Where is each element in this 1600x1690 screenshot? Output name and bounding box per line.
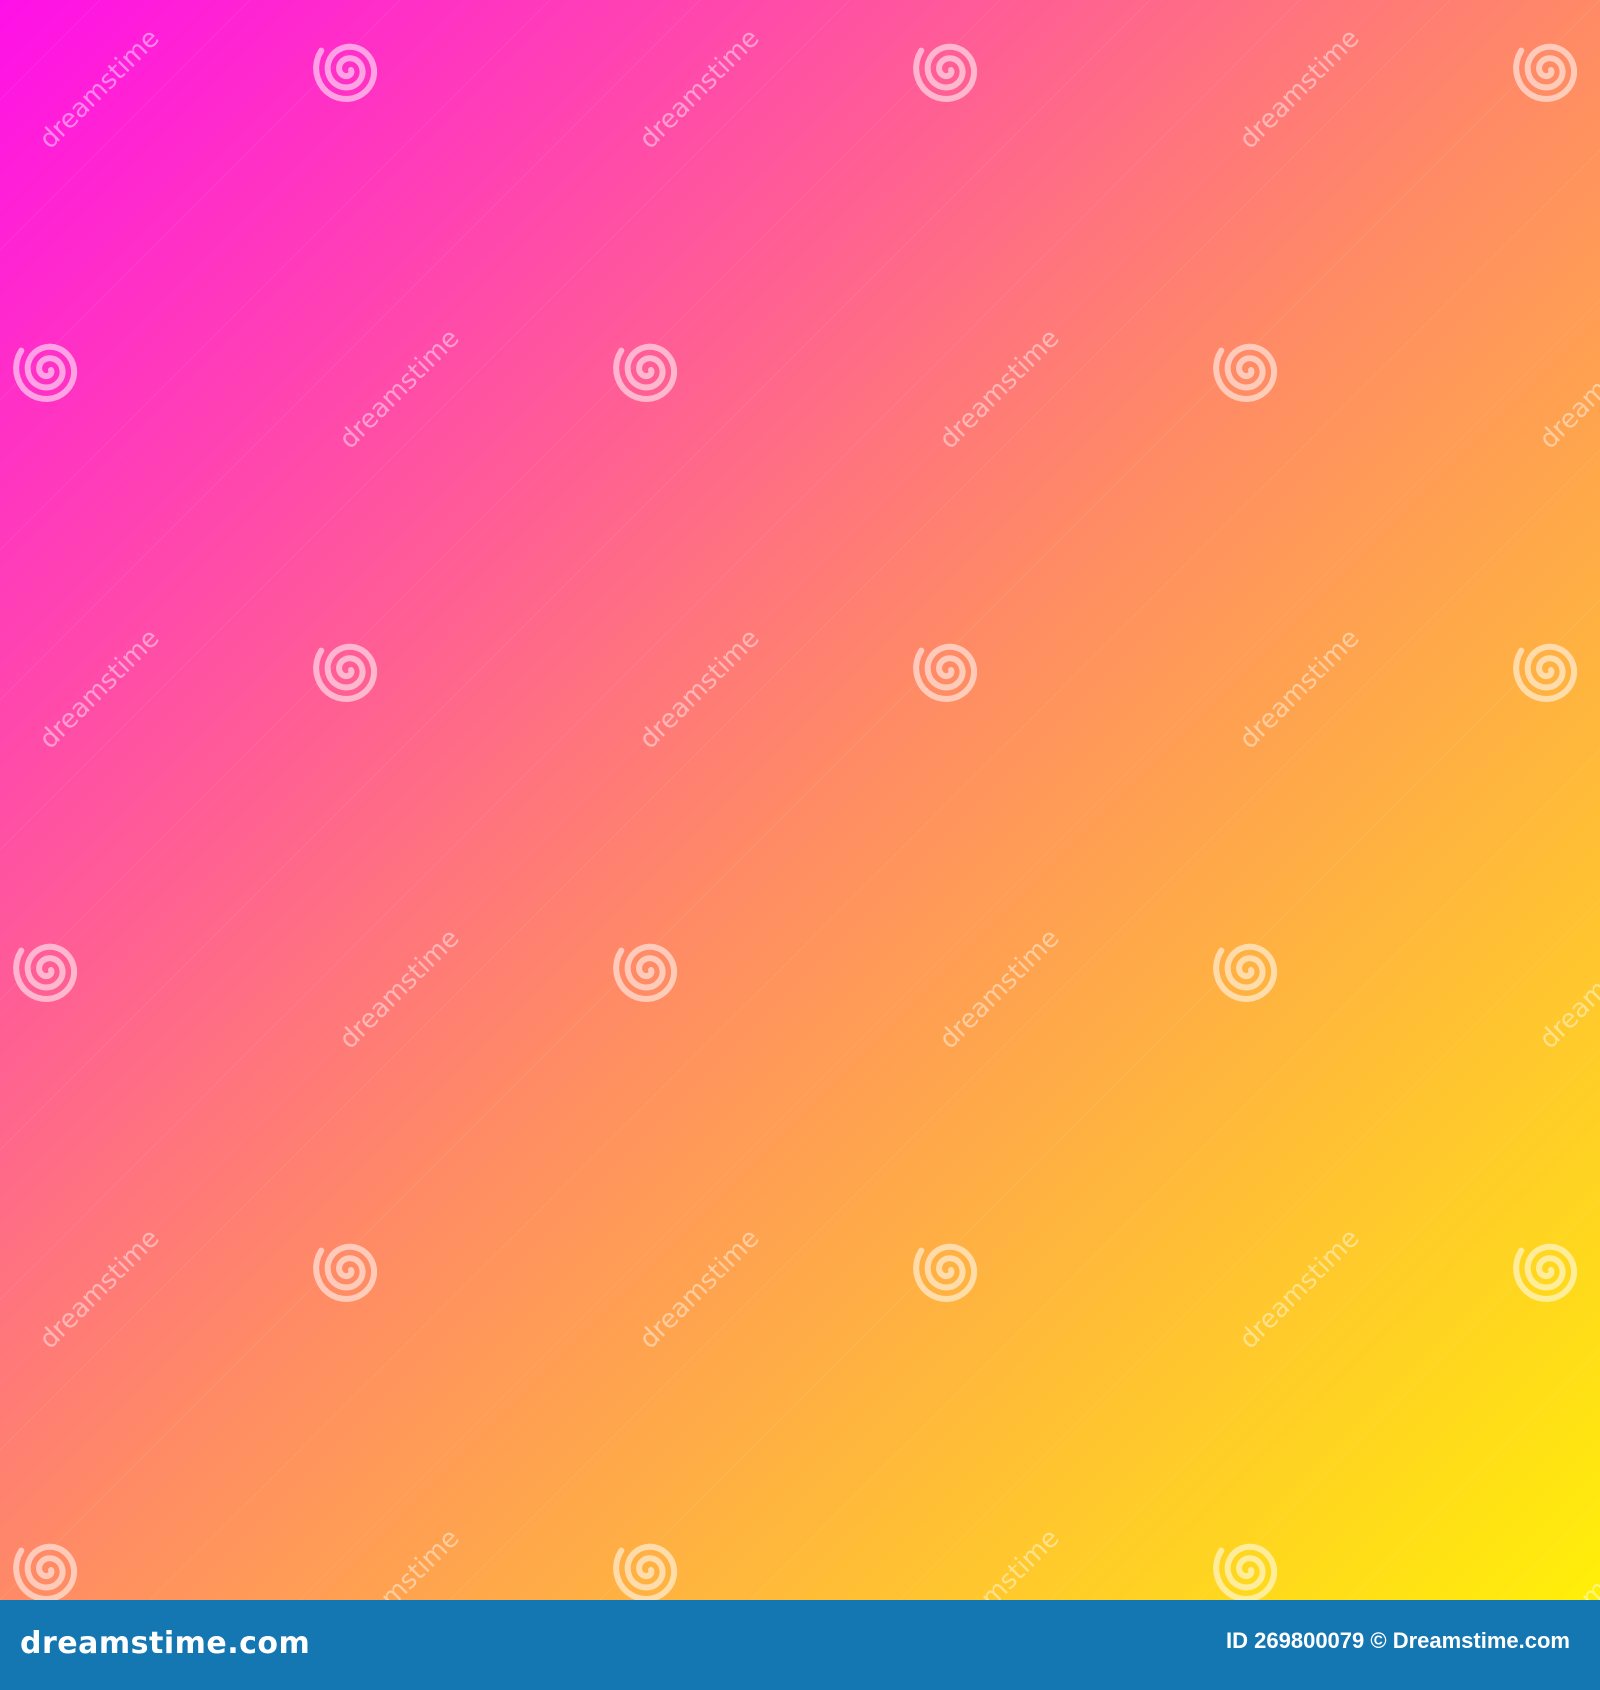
stock-photo: dreamstime dreamstime dreamstime dreamstime… [0, 0, 1600, 1690]
gradient-background [0, 0, 1600, 1600]
footer-bar: dreamstime.com ID 269800079 © Dreamstime… [0, 1600, 1600, 1690]
image-id-credit: ID 269800079 © Dreamstime.com [1226, 1628, 1570, 1653]
brand-label: dreamstime.com [20, 1626, 311, 1661]
